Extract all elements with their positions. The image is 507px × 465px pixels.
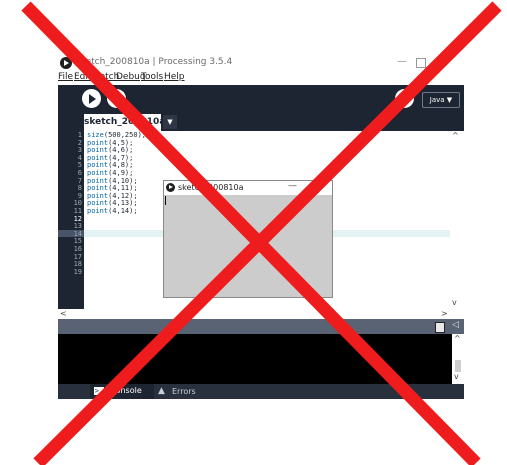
copy-icon[interactable] <box>435 322 445 333</box>
console-tab-label: Console <box>110 386 142 395</box>
sketch-window-title-bar[interactable]: sketch_200810a — ✕ <box>164 181 332 195</box>
console-icon: >_ <box>94 387 104 395</box>
collapse-arrow-icon[interactable]: ◁ <box>452 320 459 330</box>
line-number: 19 <box>73 267 82 276</box>
console-scroll-up-icon[interactable]: ^ <box>454 334 461 343</box>
sketch-minimize-button[interactable]: — <box>288 181 297 191</box>
console-scroll-down-icon[interactable]: v <box>454 372 459 381</box>
console-tab[interactable]: >_ Console <box>90 384 154 399</box>
footer-bar: >_ Console ▲ Errors <box>58 384 464 399</box>
warning-icon[interactable]: ▲ <box>158 386 165 396</box>
stop-button[interactable] <box>107 89 126 108</box>
scroll-down-icon[interactable]: v <box>452 298 457 307</box>
errors-tab-label[interactable]: Errors <box>172 387 196 396</box>
drawn-point-column <box>165 196 166 205</box>
console-output <box>58 334 452 384</box>
menu-tools[interactable]: Tools <box>141 72 163 82</box>
code-arguments: (4,14); <box>108 207 138 215</box>
editor-horizontal-scrollbar[interactable] <box>58 309 450 319</box>
menu-sketch[interactable]: Sketch <box>89 72 119 82</box>
window-title-bar: sketch_200810a | Processing 3.5.4 — <box>58 56 507 72</box>
tab-strip: sketch_200810a ▼ <box>58 113 464 131</box>
sketch-close-button[interactable]: ✕ <box>316 181 324 192</box>
scroll-right-icon[interactable]: > <box>441 309 448 318</box>
toolbar: 8b Java ▼ <box>58 85 464 113</box>
line-number-gutter: 1 2 3 4 5 6 7 8 9 10 11 12 13 14 15 16 17 18 19 <box>58 131 84 309</box>
run-button[interactable] <box>82 89 101 108</box>
code-line: point(4,14); <box>87 207 138 216</box>
sketch-window-title: sketch_200810a <box>178 183 244 192</box>
debug-button[interactable]: 8b <box>395 89 414 108</box>
processing-sketch-icon <box>166 183 175 192</box>
console-divider[interactable] <box>58 319 464 334</box>
tab-menu-button[interactable]: ▼ <box>163 115 177 129</box>
maximize-button[interactable] <box>416 58 426 68</box>
scroll-up-icon[interactable]: ^ <box>452 131 459 140</box>
scroll-left-icon[interactable]: < <box>60 309 67 318</box>
menu-help[interactable]: Help <box>164 72 185 82</box>
processing-app-icon <box>60 57 72 69</box>
editor-vertical-scrollbar[interactable] <box>450 131 464 309</box>
minimize-button[interactable]: — <box>397 56 407 67</box>
code-function-name: point <box>87 207 109 215</box>
menu-bar: File Edit Sketch Debug Tools Help <box>58 72 507 85</box>
window-title: sketch_200810a | Processing 3.5.4 <box>76 57 233 67</box>
console-scroll-thumb[interactable] <box>455 360 461 372</box>
mode-selector[interactable]: Java ▼ <box>422 92 460 108</box>
sketch-output-window[interactable]: sketch_200810a — ✕ <box>163 180 333 298</box>
menu-file[interactable]: File <box>58 72 73 82</box>
tab-sketch[interactable]: sketch_200810a <box>84 114 165 131</box>
sketch-canvas <box>164 195 332 297</box>
